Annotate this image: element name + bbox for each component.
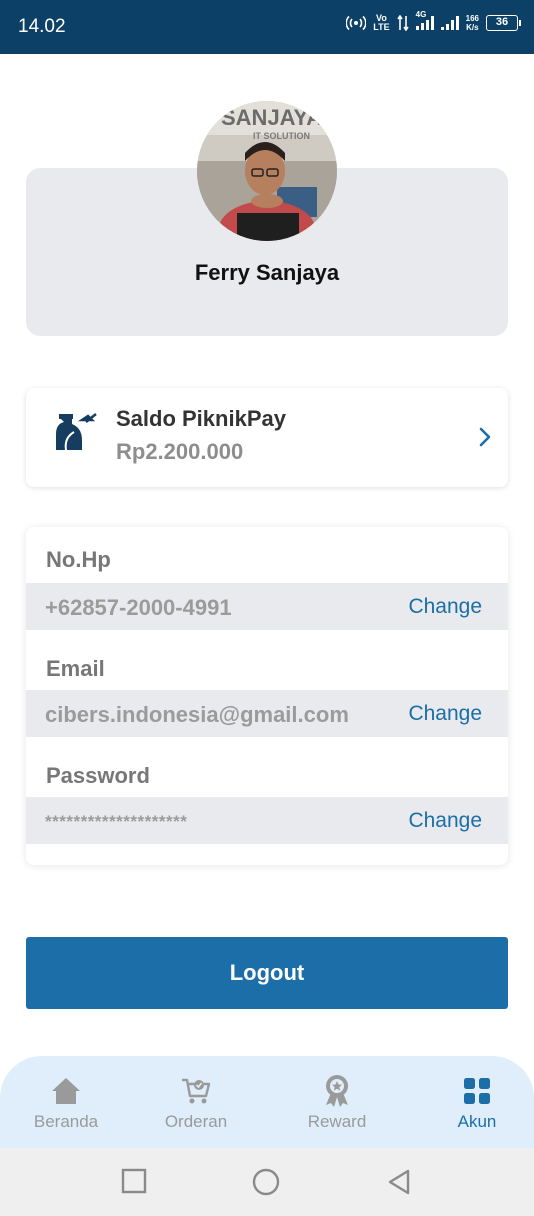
password-row: ******************** Change — [26, 797, 508, 844]
password-value: ******************** — [45, 812, 188, 831]
phone-label: No.Hp — [46, 547, 111, 572]
nav-label-beranda: Beranda — [33, 1112, 99, 1131]
hotspot-icon — [346, 15, 367, 31]
signal-4g: 4G — [415, 10, 434, 30]
email-value: cibers.indonesia@gmail.com — [45, 702, 349, 727]
svg-text:SANJAYA: SANJAYA — [221, 105, 322, 130]
status-bar: 14.02 Vo LTE 4G 166 K/s 36 — [0, 0, 534, 54]
home-button-icon[interactable] — [252, 1168, 280, 1196]
grid-icon — [464, 1078, 490, 1104]
recent-apps-icon[interactable] — [121, 1168, 147, 1194]
data-arrows-icon — [396, 15, 409, 31]
change-phone-button[interactable]: Change — [408, 595, 482, 619]
profile-photo: SANJAYA IT SOLUTION — [197, 101, 337, 241]
status-icons: Vo LTE 4G 166 K/s 36 — [346, 10, 521, 32]
status-time: 14.02 — [18, 16, 66, 37]
email-row: cibers.indonesia@gmail.com Change — [26, 690, 508, 737]
avatar[interactable]: SANJAYA IT SOLUTION — [197, 101, 337, 241]
nav-label-reward: Reward — [307, 1112, 367, 1131]
phone-row: +62857-2000-4991 Change — [26, 583, 508, 630]
nav-orderan[interactable]: Orderan — [136, 1056, 256, 1148]
account-info-card: No.Hp +62857-2000-4991 Change Email cibe… — [26, 527, 508, 865]
svg-text:IT SOLUTION: IT SOLUTION — [253, 131, 310, 141]
nav-beranda[interactable]: Beranda — [6, 1056, 126, 1148]
signal-icon-2 — [440, 16, 459, 30]
nav-akun[interactable]: Akun — [417, 1056, 534, 1148]
wallet-plane-icon — [56, 413, 97, 451]
nav-label-akun: Akun — [457, 1112, 497, 1131]
change-password-button[interactable]: Change — [408, 809, 482, 833]
back-icon[interactable] — [386, 1168, 412, 1196]
speed-unit: K/s — [466, 23, 479, 32]
logout-button[interactable]: Logout — [26, 937, 508, 1009]
phone-value: +62857-2000-4991 — [45, 595, 232, 620]
profile-name: Ferry Sanjaya — [194, 260, 340, 285]
battery-icon: 36 — [486, 15, 521, 31]
saldo-title: Saldo PiknikPay — [116, 406, 286, 431]
speed-value: 166 — [465, 14, 479, 23]
system-nav-bar — [0, 1148, 534, 1216]
chevron-right-icon[interactable] — [478, 424, 492, 450]
nav-label-orderan: Orderan — [164, 1112, 228, 1131]
change-email-button[interactable]: Change — [408, 702, 482, 726]
saldo-amount: Rp2.200.000 — [116, 439, 244, 464]
home-icon — [52, 1078, 80, 1104]
bottom-nav: Beranda Orderan Reward Akun — [0, 1056, 534, 1148]
nav-reward[interactable]: Reward — [277, 1056, 397, 1148]
speed-indicator: 166 K/s — [466, 14, 479, 32]
network-type: 4G — [415, 10, 427, 19]
password-label: Password — [46, 763, 150, 788]
volte-bottom: LTE — [373, 22, 390, 32]
email-label: Email — [46, 656, 105, 681]
cart-icon — [182, 1078, 211, 1104]
saldo-card[interactable]: Saldo PiknikPay Rp2.200.000 — [26, 388, 508, 487]
volte-icon: Vo LTE — [373, 14, 389, 32]
reward-medal-icon — [326, 1075, 348, 1107]
